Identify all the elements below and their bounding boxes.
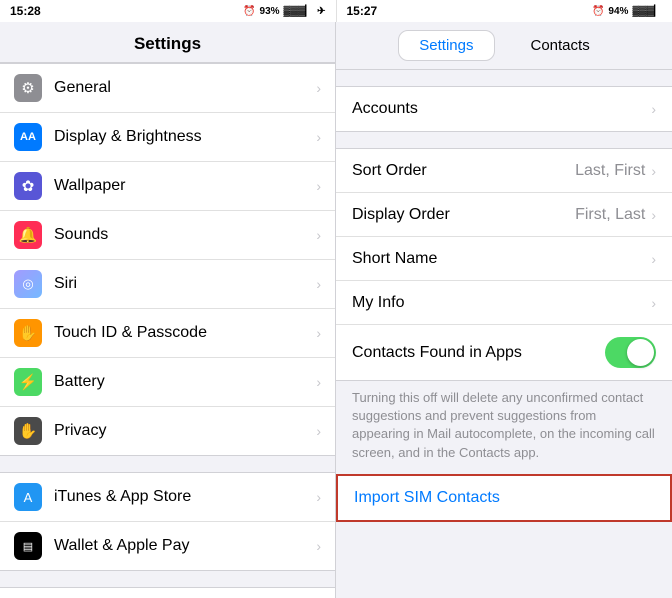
touch-id-label: Touch ID & Passcode: [54, 324, 316, 342]
left-battery-text: 93%: [260, 6, 280, 17]
short-name-item[interactable]: Short Name ›: [336, 237, 672, 281]
display-order-item[interactable]: Display Order First, Last ›: [336, 193, 672, 237]
battery-chevron: ›: [316, 374, 321, 390]
sort-order-item[interactable]: Sort Order Last, First ›: [336, 149, 672, 193]
right-group-settings: Sort Order Last, First › Display Order F…: [336, 148, 672, 381]
itunes-label: iTunes & App Store: [54, 488, 316, 506]
settings-group-2: A iTunes & App Store › ▤ Wallet & Apple …: [0, 472, 335, 571]
left-panel-header: Settings: [0, 22, 335, 63]
wallet-icon: ▤: [14, 532, 42, 560]
sounds-icon: 🔔: [14, 221, 42, 249]
alarm-icon: ⏰: [243, 6, 255, 17]
my-info-item[interactable]: My Info ›: [336, 281, 672, 325]
left-panel: Settings ⚙ General › AA Display & Bright…: [0, 22, 336, 598]
privacy-icon: ✋: [14, 417, 42, 445]
display-label: Display & Brightness: [54, 128, 316, 146]
left-time: 15:28: [10, 4, 41, 18]
sidebar-item-touch-id[interactable]: ✋ Touch ID & Passcode ›: [0, 309, 335, 358]
sidebar-item-sounds[interactable]: 🔔 Sounds ›: [0, 211, 335, 260]
right-group-accounts: Accounts ›: [336, 86, 672, 132]
contacts-found-item[interactable]: Contacts Found in Apps: [336, 325, 672, 380]
import-sim-item[interactable]: Import SIM Contacts: [338, 476, 670, 520]
sidebar-item-mail[interactable]: ✉ Mail ›: [0, 588, 335, 598]
sidebar-item-general[interactable]: ⚙ General ›: [0, 64, 335, 113]
spacer-right-1: [336, 70, 672, 86]
sort-order-chevron: ›: [651, 163, 656, 179]
spacer-1: [0, 456, 335, 472]
left-status-icons: ⏰ 93% ▓▓▓▏ ✈: [243, 6, 325, 17]
sort-order-value: Last, First: [575, 162, 645, 180]
general-chevron: ›: [316, 80, 321, 96]
right-header: Settings Contacts: [336, 22, 672, 70]
privacy-chevron: ›: [316, 423, 321, 439]
sounds-label: Sounds: [54, 226, 316, 244]
accounts-label: Accounts: [352, 100, 651, 118]
siri-chevron: ›: [316, 276, 321, 292]
spacer-right-2: [336, 132, 672, 148]
sidebar-item-itunes[interactable]: A iTunes & App Store ›: [0, 473, 335, 522]
display-order-label: Display Order: [352, 206, 575, 224]
accounts-item[interactable]: Accounts ›: [336, 87, 672, 131]
alarm-icon-right: ⏰: [592, 6, 604, 17]
right-time: 15:27: [347, 4, 378, 18]
wallpaper-label: Wallpaper: [54, 177, 316, 195]
display-order-value: First, Last: [575, 206, 645, 224]
settings-group-3: ✉ Mail › 👤 Contacts › 📅 Calendar ›: [0, 587, 335, 598]
sidebar-item-display[interactable]: AA Display & Brightness ›: [0, 113, 335, 162]
itunes-chevron: ›: [316, 489, 321, 505]
accounts-chevron: ›: [651, 101, 656, 117]
contacts-found-toggle[interactable]: [605, 337, 656, 368]
battery-icon: ⚡: [14, 368, 42, 396]
airplane-icon: ✈: [317, 6, 325, 17]
contacts-found-description: Turning this off will delete any unconfi…: [336, 381, 672, 474]
settings-list[interactable]: ⚙ General › AA Display & Brightness › ✿ …: [0, 63, 335, 598]
wallpaper-chevron: ›: [316, 178, 321, 194]
general-label: General: [54, 79, 316, 97]
left-panel-title: Settings: [16, 34, 319, 54]
right-battery-icon: ▓▓▓▏: [632, 6, 662, 17]
privacy-label: Privacy: [54, 422, 316, 440]
display-order-chevron: ›: [651, 207, 656, 223]
wallpaper-icon: ✿: [14, 172, 42, 200]
contacts-found-label: Contacts Found in Apps: [352, 344, 605, 362]
wallet-label: Wallet & Apple Pay: [54, 537, 316, 555]
battery-label: Battery: [54, 373, 316, 391]
my-info-label: My Info: [352, 294, 651, 312]
sidebar-item-wallet[interactable]: ▤ Wallet & Apple Pay ›: [0, 522, 335, 570]
my-info-chevron: ›: [651, 295, 656, 311]
status-bars: 15:28 ⏰ 93% ▓▓▓▏ ✈ 15:27 ⏰ 94% ▓▓▓▏: [0, 0, 672, 22]
sounds-chevron: ›: [316, 227, 321, 243]
siri-icon: ◎: [14, 270, 42, 298]
sidebar-item-wallpaper[interactable]: ✿ Wallpaper ›: [0, 162, 335, 211]
itunes-icon: A: [14, 483, 42, 511]
right-content[interactable]: Accounts › Sort Order Last, First › Disp…: [336, 70, 672, 598]
sidebar-item-privacy[interactable]: ✋ Privacy ›: [0, 407, 335, 455]
tab-contacts[interactable]: Contacts: [511, 31, 610, 60]
display-chevron: ›: [316, 129, 321, 145]
sort-order-label: Sort Order: [352, 162, 575, 180]
display-icon: AA: [14, 123, 42, 151]
settings-group-1: ⚙ General › AA Display & Brightness › ✿ …: [0, 63, 335, 456]
sidebar-item-siri[interactable]: ◎ Siri ›: [0, 260, 335, 309]
spacer-2: [0, 571, 335, 587]
import-sim-section: Import SIM Contacts: [336, 474, 672, 522]
left-battery-icon: ▓▓▓▏: [284, 6, 314, 17]
import-sim-label: Import SIM Contacts: [354, 489, 500, 507]
touch-id-chevron: ›: [316, 325, 321, 341]
wallet-chevron: ›: [316, 538, 321, 554]
tab-settings[interactable]: Settings: [398, 30, 494, 61]
short-name-chevron: ›: [651, 251, 656, 267]
right-status-bar: 15:27 ⏰ 94% ▓▓▓▏: [337, 0, 672, 22]
right-panel: Settings Contacts Accounts › Sort Order …: [336, 22, 672, 598]
left-status-bar: 15:28 ⏰ 93% ▓▓▓▏ ✈: [0, 0, 337, 22]
right-status-icons: ⏰ 94% ▓▓▓▏: [592, 6, 662, 17]
main-content: Settings ⚙ General › AA Display & Bright…: [0, 22, 672, 598]
siri-label: Siri: [54, 275, 316, 293]
right-battery-text: 94%: [608, 6, 628, 17]
touch-id-icon: ✋: [14, 319, 42, 347]
short-name-label: Short Name: [352, 250, 651, 268]
sidebar-item-battery[interactable]: ⚡ Battery ›: [0, 358, 335, 407]
general-icon: ⚙: [14, 74, 42, 102]
